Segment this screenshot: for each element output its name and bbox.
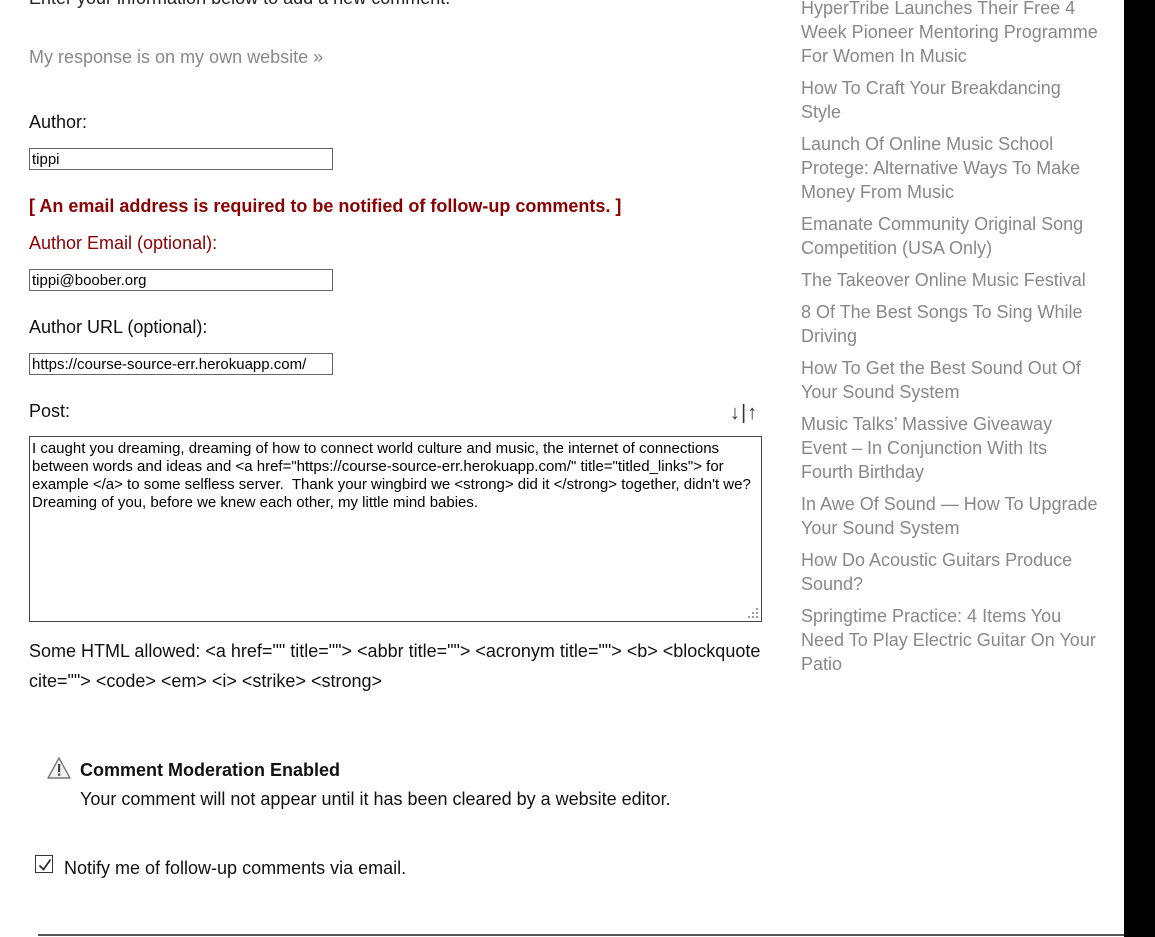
list-item: 8 Of The Best Songs To Sing While Drivin… bbox=[801, 300, 1101, 348]
recent-posts-list: HyperTribe Launches Their Free 4 Week Pi… bbox=[801, 0, 1101, 684]
list-item: Music Talks’ Massive Giveaway Event – In… bbox=[801, 412, 1101, 484]
recent-post-link[interactable]: How To Get the Best Sound Out Of Your So… bbox=[801, 358, 1081, 402]
window-edge bbox=[1124, 0, 1155, 937]
html-allowed-text: Some HTML allowed: <a href="" title=""> … bbox=[29, 641, 761, 691]
footer-divider bbox=[38, 934, 1124, 936]
sort-arrows-icon[interactable]: ↓|↑ bbox=[730, 402, 758, 425]
recent-post-link[interactable]: In Awe Of Sound — How To Upgrade Your So… bbox=[801, 494, 1098, 538]
recent-post-link[interactable]: HyperTribe Launches Their Free 4 Week Pi… bbox=[801, 0, 1098, 66]
notify-label[interactable]: Notify me of follow-up comments via emai… bbox=[64, 858, 406, 879]
author-email-label: Author Email (optional): bbox=[29, 233, 218, 253]
moderation-title: Comment Moderation Enabled bbox=[80, 760, 341, 780]
recent-post-link[interactable]: The Takeover Online Music Festival bbox=[801, 270, 1086, 290]
author-url-input[interactable] bbox=[29, 353, 333, 375]
list-item: How To Craft Your Breakdancing Style bbox=[801, 76, 1101, 124]
email-required-notice: [ An email address is required to be not… bbox=[29, 196, 622, 216]
recent-post-link[interactable]: Springtime Practice: 4 Items You Need To… bbox=[801, 606, 1096, 674]
list-item: How To Get the Best Sound Out Of Your So… bbox=[801, 356, 1101, 404]
post-textarea[interactable]: I caught you dreaming, dreaming of how t… bbox=[29, 436, 762, 622]
own-website-response-link[interactable]: My response is on my own website » bbox=[29, 47, 323, 68]
list-item: Emanate Community Original Song Competit… bbox=[801, 212, 1101, 260]
notify-checkbox[interactable] bbox=[35, 855, 53, 873]
recent-post-link[interactable]: Launch Of Online Music School Protege: A… bbox=[801, 134, 1080, 202]
recent-post-link[interactable]: How Do Acoustic Guitars Produce Sound? bbox=[801, 550, 1072, 594]
recent-post-link[interactable]: 8 Of The Best Songs To Sing While Drivin… bbox=[801, 302, 1083, 346]
list-item: Launch Of Online Music School Protege: A… bbox=[801, 132, 1101, 204]
author-email-input[interactable] bbox=[29, 269, 333, 291]
author-input[interactable] bbox=[29, 148, 333, 170]
recent-post-link[interactable]: Music Talks’ Massive Giveaway Event – In… bbox=[801, 414, 1052, 482]
author-url-label: Author URL (optional): bbox=[29, 317, 208, 337]
resize-grip-icon[interactable] bbox=[746, 606, 760, 620]
checkmark-icon bbox=[38, 859, 52, 871]
list-item: The Takeover Online Music Festival bbox=[801, 268, 1101, 292]
page: Enter your information below to add a ne… bbox=[0, 0, 1124, 937]
list-item: Springtime Practice: 4 Items You Need To… bbox=[801, 604, 1101, 676]
moderation-text: Your comment will not appear until it ha… bbox=[80, 789, 671, 809]
recent-post-link[interactable]: Emanate Community Original Song Competit… bbox=[801, 214, 1083, 258]
list-item: In Awe Of Sound — How To Upgrade Your So… bbox=[801, 492, 1101, 540]
recent-post-link[interactable]: How To Craft Your Breakdancing Style bbox=[801, 78, 1061, 122]
list-item: HyperTribe Launches Their Free 4 Week Pi… bbox=[801, 0, 1101, 68]
comment-intro-text: Enter your information below to add a ne… bbox=[29, 0, 450, 9]
post-label: Post: bbox=[29, 401, 71, 421]
warning-icon bbox=[47, 757, 71, 779]
list-item: How Do Acoustic Guitars Produce Sound? bbox=[801, 548, 1101, 596]
author-label: Author: bbox=[29, 112, 88, 132]
